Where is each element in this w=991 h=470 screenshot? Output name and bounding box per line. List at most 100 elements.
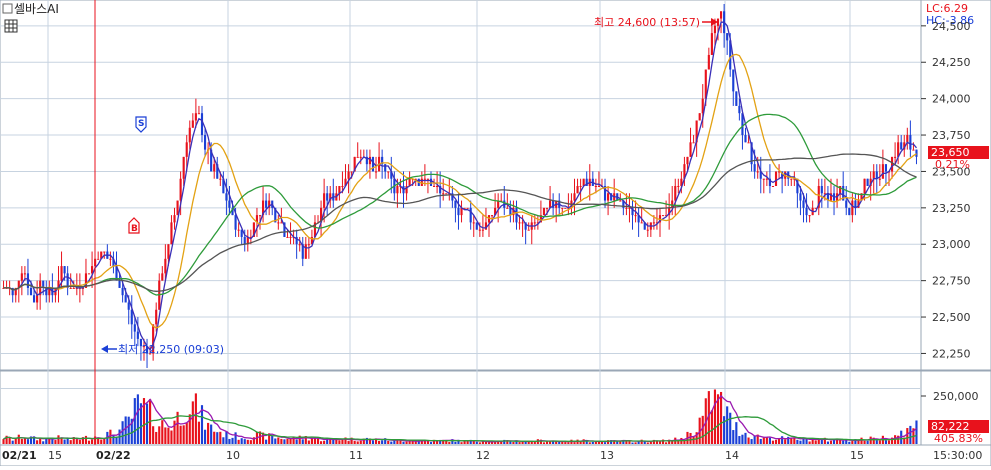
volume-bar bbox=[603, 442, 607, 444]
candle-body bbox=[805, 207, 808, 216]
volume-bar bbox=[277, 437, 280, 444]
volume-bar bbox=[36, 440, 39, 444]
candle-body bbox=[594, 186, 597, 187]
volume-bar bbox=[460, 442, 463, 444]
title-checkbox[interactable] bbox=[2, 3, 13, 14]
candle-body bbox=[564, 207, 567, 209]
volume-bar bbox=[249, 440, 252, 444]
candle-body bbox=[851, 200, 854, 216]
candle-body bbox=[72, 287, 75, 289]
volume-bar bbox=[573, 442, 576, 444]
candle-body bbox=[121, 287, 124, 296]
volume-bar bbox=[723, 416, 726, 444]
volume-bar bbox=[906, 428, 909, 444]
volume-bar bbox=[729, 412, 732, 444]
volume-bar bbox=[42, 441, 45, 444]
volume-bar bbox=[121, 421, 124, 444]
volume-bar bbox=[887, 440, 891, 444]
candle-body bbox=[228, 200, 231, 208]
volume-bar bbox=[17, 434, 20, 444]
candle-body bbox=[29, 287, 33, 296]
candle-body bbox=[280, 222, 283, 224]
candle-body bbox=[506, 207, 509, 209]
volume-bar bbox=[225, 431, 228, 444]
candle-body bbox=[774, 171, 778, 186]
candle-body bbox=[347, 171, 350, 179]
candle-body bbox=[136, 331, 139, 339]
candle-body bbox=[790, 178, 793, 180]
volume-bar bbox=[747, 437, 750, 444]
volume-bar bbox=[185, 422, 188, 444]
volume-bar bbox=[512, 442, 515, 444]
candle-body bbox=[167, 244, 170, 259]
volume-bar bbox=[408, 441, 411, 444]
change-percent: 0.21% bbox=[935, 158, 970, 171]
volume-bar bbox=[274, 438, 277, 444]
volume-bar bbox=[320, 441, 323, 444]
volume-bar bbox=[509, 441, 512, 444]
candle-body bbox=[799, 193, 802, 201]
candle-body bbox=[674, 186, 677, 201]
volume-bar bbox=[518, 442, 521, 444]
volume-bar bbox=[39, 438, 42, 444]
candle-body bbox=[133, 324, 136, 332]
volume-bar bbox=[884, 440, 888, 444]
candle-body bbox=[20, 273, 23, 281]
volume-bar bbox=[323, 440, 326, 444]
volume-bar bbox=[155, 431, 158, 444]
volume-bar bbox=[243, 439, 246, 444]
candle-body bbox=[97, 258, 100, 260]
candle-body bbox=[878, 178, 881, 180]
candle-body bbox=[692, 142, 695, 144]
candle-body bbox=[906, 135, 909, 143]
candle-body bbox=[478, 229, 481, 231]
candle-body bbox=[820, 186, 823, 194]
candle-body bbox=[597, 186, 600, 187]
candle-body bbox=[545, 207, 549, 209]
volume-bar bbox=[878, 440, 881, 444]
candle-body bbox=[200, 113, 204, 136]
candle-body bbox=[802, 200, 805, 208]
table-icon[interactable] bbox=[4, 19, 18, 33]
stock-chart[interactable]: 셀바스AI LC:6.29 HC:-3.86 22,25022,50022,75… bbox=[0, 0, 991, 467]
volume-bar bbox=[356, 441, 359, 444]
candle-body bbox=[762, 178, 765, 180]
candle-body bbox=[915, 149, 918, 157]
volume-bar bbox=[793, 438, 796, 444]
svg-text:S: S bbox=[138, 119, 144, 129]
volume-bar bbox=[588, 442, 591, 444]
time-label-14: 14 bbox=[725, 449, 739, 462]
svg-text:B: B bbox=[131, 224, 138, 234]
candle-body bbox=[469, 207, 472, 223]
volume-bar bbox=[561, 441, 564, 444]
candle-body bbox=[307, 244, 310, 246]
volume-bar bbox=[210, 424, 213, 444]
candle-body bbox=[912, 149, 915, 151]
volume-bar bbox=[863, 440, 866, 444]
candle-body bbox=[203, 135, 207, 150]
candle-body bbox=[845, 200, 848, 208]
candle-body bbox=[533, 222, 536, 224]
candle-body bbox=[765, 178, 768, 180]
candle-body bbox=[265, 200, 268, 208]
candle-body bbox=[689, 142, 692, 157]
volume-bar bbox=[768, 437, 771, 444]
candle-body bbox=[69, 287, 72, 289]
volume-bar bbox=[814, 440, 817, 444]
volume-bar bbox=[744, 432, 747, 444]
volume-bar bbox=[203, 429, 207, 444]
volume-bar bbox=[231, 437, 234, 444]
candle-body bbox=[445, 193, 448, 195]
volume-bar bbox=[286, 438, 289, 444]
volume-bar bbox=[390, 441, 393, 444]
volume-bar bbox=[829, 440, 833, 444]
volume-bar bbox=[484, 441, 488, 444]
volume-bar bbox=[378, 441, 381, 444]
candle-body bbox=[634, 215, 637, 217]
candle-body bbox=[677, 186, 680, 187]
volume-bar bbox=[719, 391, 723, 444]
candle-body bbox=[60, 266, 63, 281]
candle-body bbox=[23, 273, 26, 275]
volume-bar bbox=[781, 436, 784, 444]
price-tick-label: 24,250 bbox=[932, 56, 971, 69]
